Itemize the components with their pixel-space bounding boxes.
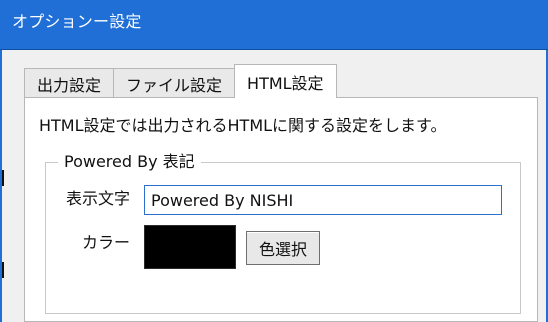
powered-by-group-label: Powered By 表記 — [58, 152, 201, 172]
display-text-label: 表示文字 — [66, 189, 131, 208]
color-label: カラー — [82, 233, 131, 252]
left-edge-mark — [2, 262, 4, 278]
color-swatch — [144, 225, 236, 269]
window-title: オプションー設定 — [12, 12, 142, 31]
color-pick-button[interactable]: 色選択 — [246, 231, 321, 265]
settings-tabs: 出力設定 ファイル設定 HTML設定 — [24, 64, 337, 98]
html-settings-description: HTML設定では出力されるHTMLに関する設定をします。 — [39, 116, 447, 135]
title-bar: オプションー設定 — [0, 0, 548, 50]
tab-html-settings[interactable]: HTML設定 — [234, 64, 337, 98]
options-dialog: オプションー設定 出力設定 ファイル設定 HTML設定 HTML設定では出力され… — [0, 0, 548, 322]
tab-label: 出力設定 — [37, 75, 102, 95]
html-settings-panel: HTML設定では出力されるHTMLに関する設定をします。 Powered By … — [24, 97, 538, 322]
display-text-input[interactable] — [144, 185, 502, 215]
tab-label: ファイル設定 — [126, 75, 223, 95]
tab-file-settings[interactable]: ファイル設定 — [113, 68, 236, 98]
tab-label: HTML設定 — [247, 73, 324, 93]
tab-output-settings[interactable]: 出力設定 — [24, 68, 115, 98]
display-text-row: 表示文字 — [46, 181, 520, 221]
powered-by-groupbox: Powered By 表記 表示文字 カラー 色選択 — [45, 152, 521, 314]
color-row: カラー 色選択 — [46, 225, 520, 269]
left-edge-mark — [2, 170, 4, 186]
